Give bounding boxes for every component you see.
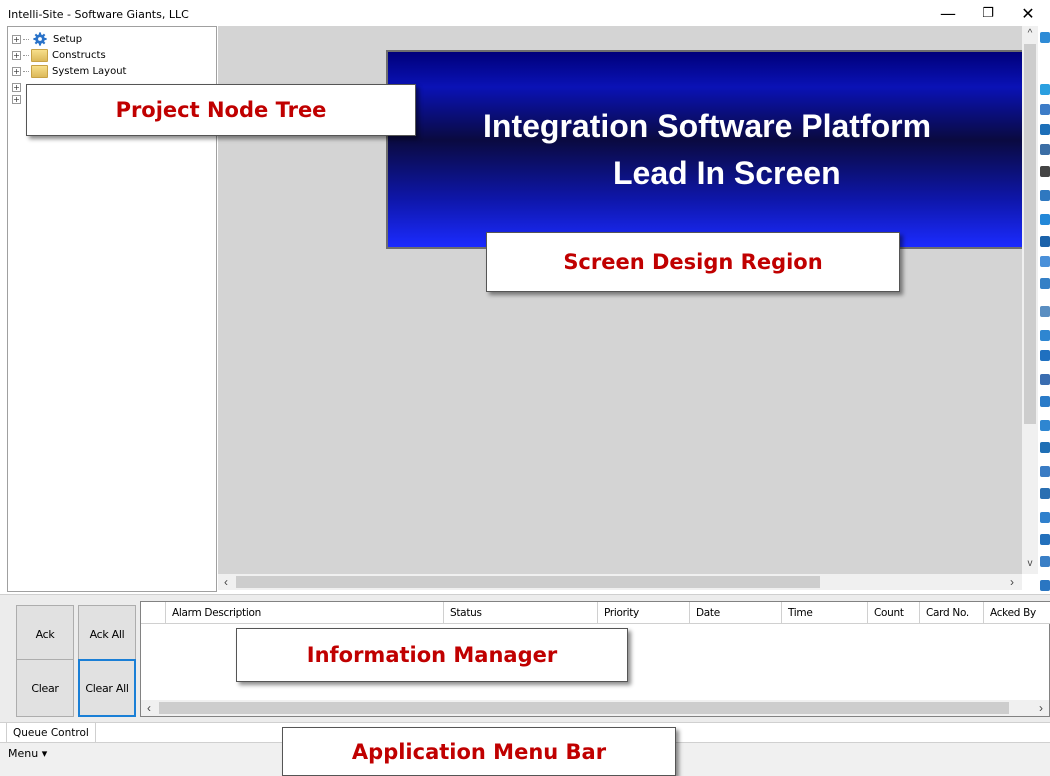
app-window: Intelli-Site - Software Giants, LLC — ❐ … bbox=[0, 0, 1050, 776]
tool-icon[interactable] bbox=[1040, 330, 1050, 341]
tree-connector bbox=[23, 54, 29, 56]
column-header-count[interactable]: Count bbox=[867, 602, 919, 624]
tool-icon[interactable] bbox=[1040, 534, 1050, 545]
alarm-grid-scrollbar[interactable]: ‹ › bbox=[141, 700, 1049, 716]
scroll-right-icon[interactable]: › bbox=[1033, 700, 1049, 716]
menu-dropdown[interactable]: Menu ▾ bbox=[8, 747, 47, 760]
tool-icon[interactable] bbox=[1040, 144, 1050, 155]
tool-icon[interactable] bbox=[1040, 84, 1050, 95]
tool-icon[interactable] bbox=[1040, 488, 1050, 499]
expand-icon[interactable]: + bbox=[12, 94, 21, 104]
clear-all-button[interactable]: Clear All bbox=[78, 659, 136, 717]
callout-project-node-tree: Project Node Tree bbox=[26, 84, 416, 136]
callout-screen-design-region: Screen Design Region bbox=[486, 232, 900, 292]
tree-item-label: Setup bbox=[53, 33, 83, 45]
tool-icon[interactable] bbox=[1040, 466, 1050, 477]
tool-icon[interactable] bbox=[1040, 420, 1050, 431]
lead-in-title-line2: Lead In Screen bbox=[613, 155, 841, 191]
clear-button[interactable]: Clear bbox=[16, 659, 74, 717]
title-bar: Intelli-Site - Software Giants, LLC — ❐ … bbox=[0, 0, 1050, 28]
column-header-alarm-description[interactable]: Alarm Description bbox=[165, 602, 443, 624]
tree-item-collapsed[interactable]: + bbox=[12, 91, 23, 107]
column-header-status[interactable]: Status bbox=[443, 602, 597, 624]
column-header-acked-by[interactable]: Acked By bbox=[983, 602, 1049, 624]
gear-icon bbox=[33, 32, 47, 46]
scroll-down-icon[interactable]: v bbox=[1022, 556, 1038, 572]
scroll-up-icon[interactable]: ^ bbox=[1022, 26, 1038, 42]
tool-icon[interactable] bbox=[1040, 104, 1050, 115]
tool-icon[interactable] bbox=[1040, 306, 1050, 317]
scroll-left-icon[interactable]: ‹ bbox=[141, 700, 157, 716]
scroll-thumb[interactable] bbox=[236, 576, 820, 588]
callout-application-menu-bar: Application Menu Bar bbox=[282, 727, 676, 776]
tool-icon[interactable] bbox=[1040, 124, 1050, 135]
design-horizontal-scrollbar[interactable]: ‹ › bbox=[218, 574, 1022, 590]
scroll-right-icon[interactable]: › bbox=[1004, 574, 1020, 590]
tool-icon[interactable] bbox=[1040, 580, 1050, 591]
tab-queue-control[interactable]: Queue Control bbox=[6, 723, 96, 743]
tool-icon[interactable] bbox=[1040, 442, 1050, 453]
tree-item-constructs[interactable]: + Constructs bbox=[12, 47, 106, 63]
column-header-date[interactable]: Date bbox=[689, 602, 781, 624]
tree-item-label: System Layout bbox=[52, 65, 127, 77]
folder-icon bbox=[31, 64, 48, 78]
tree-connector bbox=[23, 38, 29, 40]
close-button[interactable]: ✕ bbox=[1008, 0, 1048, 26]
tree-item-label: Constructs bbox=[52, 49, 106, 61]
folder-icon bbox=[31, 48, 48, 62]
expand-icon[interactable]: + bbox=[12, 34, 21, 44]
ack-all-button[interactable]: Ack All bbox=[78, 605, 136, 663]
tool-icon[interactable] bbox=[1040, 166, 1050, 177]
toolbox-strip bbox=[1038, 26, 1050, 596]
tool-icon[interactable] bbox=[1040, 512, 1050, 523]
tool-icon[interactable] bbox=[1040, 236, 1050, 247]
scroll-left-icon[interactable]: ‹ bbox=[218, 574, 234, 590]
tool-icon[interactable] bbox=[1040, 374, 1050, 385]
expand-icon[interactable]: + bbox=[12, 50, 21, 60]
tool-icon[interactable] bbox=[1040, 350, 1050, 361]
lead-in-title-line1: Integration Software Platform bbox=[483, 108, 932, 144]
tree-connector bbox=[23, 70, 29, 72]
lead-in-screen-panel[interactable]: Integration Software Platform Lead In Sc… bbox=[386, 50, 1026, 249]
column-header-priority[interactable]: Priority bbox=[597, 602, 689, 624]
restore-button[interactable]: ❐ bbox=[968, 0, 1008, 26]
tool-select-icon[interactable] bbox=[1040, 32, 1050, 43]
callout-information-manager: Information Manager bbox=[236, 628, 628, 682]
column-header-time[interactable]: Time bbox=[781, 602, 867, 624]
minimize-button[interactable]: — bbox=[928, 0, 968, 26]
tree-item-setup[interactable]: + Setup bbox=[12, 31, 82, 47]
tool-icon[interactable] bbox=[1040, 256, 1050, 267]
column-header-card-no[interactable]: Card No. bbox=[919, 602, 983, 624]
expand-icon[interactable]: + bbox=[12, 66, 21, 76]
scroll-thumb[interactable] bbox=[1024, 44, 1036, 424]
ack-button[interactable]: Ack bbox=[16, 605, 74, 663]
tool-icon[interactable] bbox=[1040, 190, 1050, 201]
tool-icon[interactable] bbox=[1040, 214, 1050, 225]
design-vertical-scrollbar[interactable]: ^ v bbox=[1022, 26, 1038, 574]
tree-item-system-layout[interactable]: + System Layout bbox=[12, 63, 126, 79]
scroll-thumb[interactable] bbox=[159, 702, 1009, 714]
alarm-grid-header: Alarm Description Status Priority Date T… bbox=[141, 602, 1050, 624]
window-title: Intelli-Site - Software Giants, LLC bbox=[8, 8, 189, 21]
tool-icon[interactable] bbox=[1040, 278, 1050, 289]
tool-icon[interactable] bbox=[1040, 396, 1050, 407]
tool-icon[interactable] bbox=[1040, 556, 1050, 567]
